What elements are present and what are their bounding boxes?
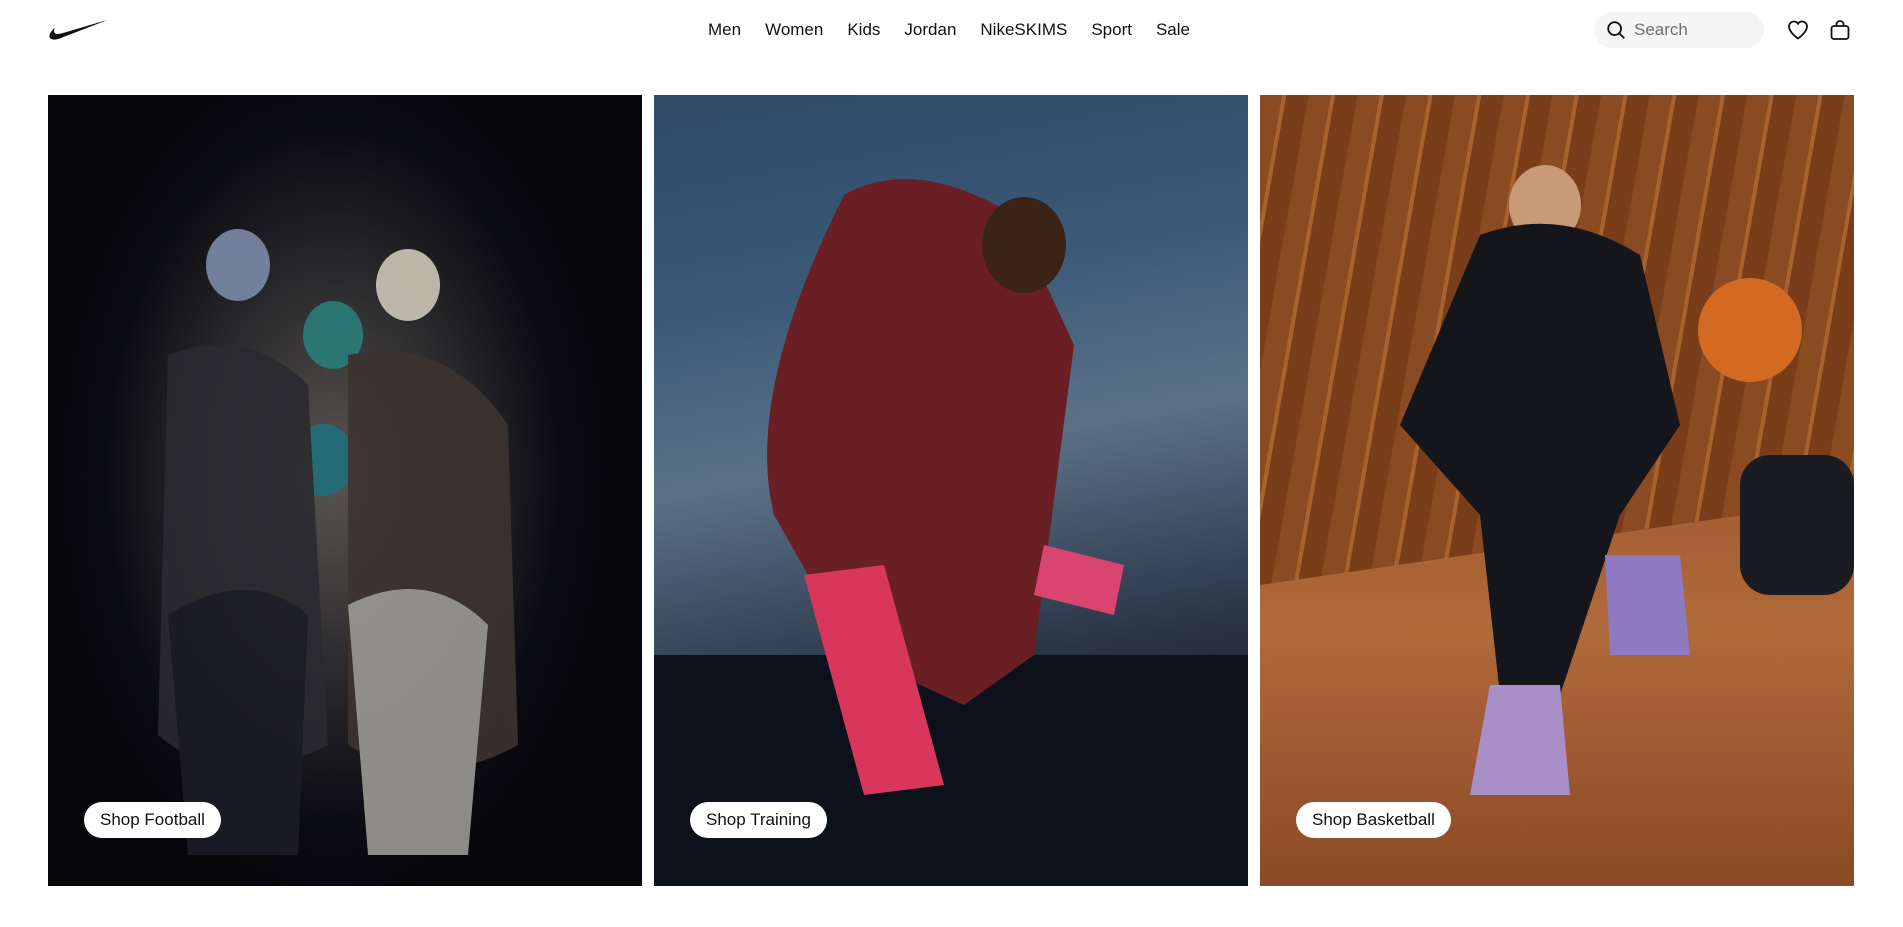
nav-women[interactable]: Women — [753, 0, 835, 60]
basketball-card[interactable]: Shop Basketball — [1260, 95, 1854, 886]
nav-jordan[interactable]: Jordan — [892, 0, 968, 60]
basketball-player-photo — [1260, 95, 1854, 886]
favorites-button[interactable] — [1780, 12, 1816, 48]
football-players-photo — [48, 95, 642, 886]
site-header: Men Women Kids Jordan NikeSKIMS Sport Sa… — [0, 0, 1903, 60]
nav-kids[interactable]: Kids — [835, 0, 892, 60]
nav-sport[interactable]: Sport — [1079, 0, 1144, 60]
nav-men[interactable]: Men — [696, 0, 753, 60]
nav-sale[interactable]: Sale — [1144, 0, 1202, 60]
bag-button[interactable] — [1822, 12, 1858, 48]
shop-training-button[interactable]: Shop Training — [690, 802, 827, 838]
search-icon[interactable] — [1598, 12, 1634, 48]
shop-football-button[interactable]: Shop Football — [84, 802, 221, 838]
swoosh-icon — [49, 20, 107, 40]
hero-grid: Shop Football Shop Training Shop Basketb… — [48, 95, 1855, 886]
swoosh-logo[interactable] — [48, 18, 108, 42]
training-card[interactable]: Shop Training — [654, 95, 1248, 886]
search-input[interactable] — [1634, 12, 1754, 48]
football-card[interactable]: Shop Football — [48, 95, 642, 886]
training-athlete-photo — [654, 95, 1248, 886]
bag-icon — [1830, 20, 1850, 40]
heart-icon — [1788, 20, 1808, 40]
search-box[interactable] — [1594, 12, 1764, 48]
shop-basketball-button[interactable]: Shop Basketball — [1296, 802, 1451, 838]
nav-nikeskims[interactable]: NikeSKIMS — [968, 0, 1079, 60]
